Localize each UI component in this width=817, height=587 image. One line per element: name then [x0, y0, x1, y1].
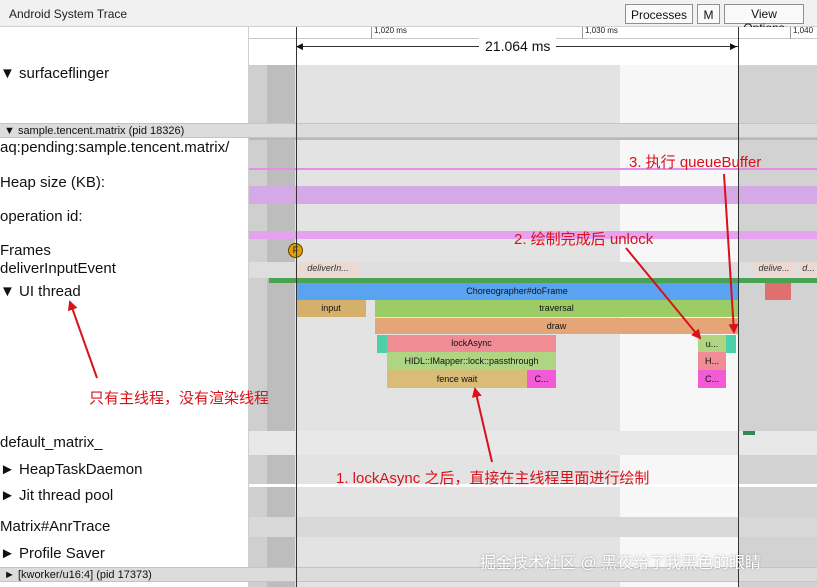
app-title: Android System Trace [9, 7, 128, 21]
annotation-main-thread-only: 只有主线程，没有渲染线程 [89, 390, 270, 407]
default-matrix-row [249, 431, 817, 455]
annotation-lock-async: 1. lockAsync 之后，直接在主线程里面进行绘制 [336, 470, 650, 487]
slice-c-right[interactable]: C... [698, 370, 726, 388]
track-label-ui-thread[interactable]: ▼ UI thread [0, 283, 81, 300]
slice-fence-wait[interactable]: fence wait [387, 370, 527, 388]
process-header-matrix[interactable]: ▼ sample.tencent.matrix (pid 18326) [0, 123, 817, 138]
process-header-kworker-label: ► [kworker/u16:4] (pid 17373) [4, 569, 152, 581]
ruler-tick: 1,030 ms [582, 27, 618, 39]
span-arrow-right: ▶ [730, 41, 737, 51]
track-label-jit-thread-pool[interactable]: ► Jit thread pool [0, 487, 113, 504]
timeline-area[interactable]: 1,020 ms 1,030 ms 1,040 ◀ ▶ 21.064 ms F … [249, 27, 817, 587]
slice-choreographer-doframe[interactable]: Choreographer#doFrame [296, 283, 738, 300]
selection-start-marker[interactable] [296, 27, 297, 587]
processes-button[interactable]: Processes [625, 4, 693, 24]
track-label-heap-size: Heap size (KB): [0, 174, 106, 191]
annotation-unlock: 2. 绘制完成后 unlock [514, 231, 654, 248]
track-label-deliver-input-event: deliverInputEvent [0, 260, 116, 277]
track-label-aq-pending: aq:pending:sample.tencent.matrix/ [0, 139, 230, 156]
top-bar: Android System Trace Processes M View Op… [0, 0, 817, 35]
matrix-anr-row [249, 517, 817, 537]
watermark: 掘金技术社区 @ 黑夜给了我黑色的眼睛 [480, 555, 762, 572]
slice-c-left[interactable]: C... [527, 370, 556, 388]
slice-hidl-mapper-lock[interactable]: HIDL::IMapper::lock::passthrough [387, 352, 556, 370]
ruler-tick: 1,040 [790, 27, 813, 39]
view-options-button[interactable]: View Options [724, 4, 804, 35]
track-labels-panel: ▼ surfaceflinger aq:pending:sample.tence… [0, 27, 249, 587]
timeline-selection-edge-shade [267, 65, 295, 587]
slice-unlock[interactable]: u... [698, 335, 726, 353]
slice-deliver-input[interactable]: deliverIn... [297, 262, 359, 277]
slice-small-teal-right[interactable] [726, 335, 736, 353]
timeline-right-shade [738, 65, 817, 587]
slice-deliver-input-d[interactable]: d... [800, 262, 817, 277]
m-button[interactable]: M [697, 4, 720, 24]
slice-draw[interactable]: draw [375, 318, 738, 334]
track-label-matrix-anr-trace: Matrix#AnrTrace [0, 518, 111, 535]
track-label-surfaceflinger[interactable]: ▼ surfaceflinger [0, 65, 109, 82]
track-label-profile-saver[interactable]: ► Profile Saver [0, 545, 105, 562]
track-label-heap-task-daemon[interactable]: ► HeapTaskDaemon [0, 461, 142, 478]
ruler-tick: 1,020 ms [371, 27, 407, 39]
selection-end-marker[interactable] [738, 27, 739, 587]
process-header-matrix-label: ▼ sample.tencent.matrix (pid 18326) [4, 125, 185, 137]
slice-traversal[interactable]: traversal [375, 300, 738, 317]
slice-small-teal[interactable] [377, 335, 387, 353]
selection-span-row: ◀ ▶ 21.064 ms [249, 38, 817, 65]
heap-size-band [249, 186, 817, 204]
slice-lock-async[interactable]: lockAsync [387, 335, 556, 352]
track-label-operation-id: operation id: [0, 208, 83, 225]
small-green-slice [743, 431, 755, 435]
red-slice-right [765, 283, 791, 300]
annotation-queue-buffer: 3. 执行 queueBuffer [629, 154, 762, 171]
span-arrow-left: ◀ [296, 41, 303, 51]
span-duration-label: 21.064 ms [479, 38, 557, 54]
track-label-default-matrix: default_matrix_ [0, 434, 103, 451]
track-label-frames: Frames [0, 242, 51, 259]
slice-deliver-input-right[interactable]: delive... [753, 262, 795, 277]
timeline-left-shade [249, 65, 267, 587]
slice-h[interactable]: H... [698, 352, 726, 370]
slice-input[interactable]: input [296, 300, 366, 317]
